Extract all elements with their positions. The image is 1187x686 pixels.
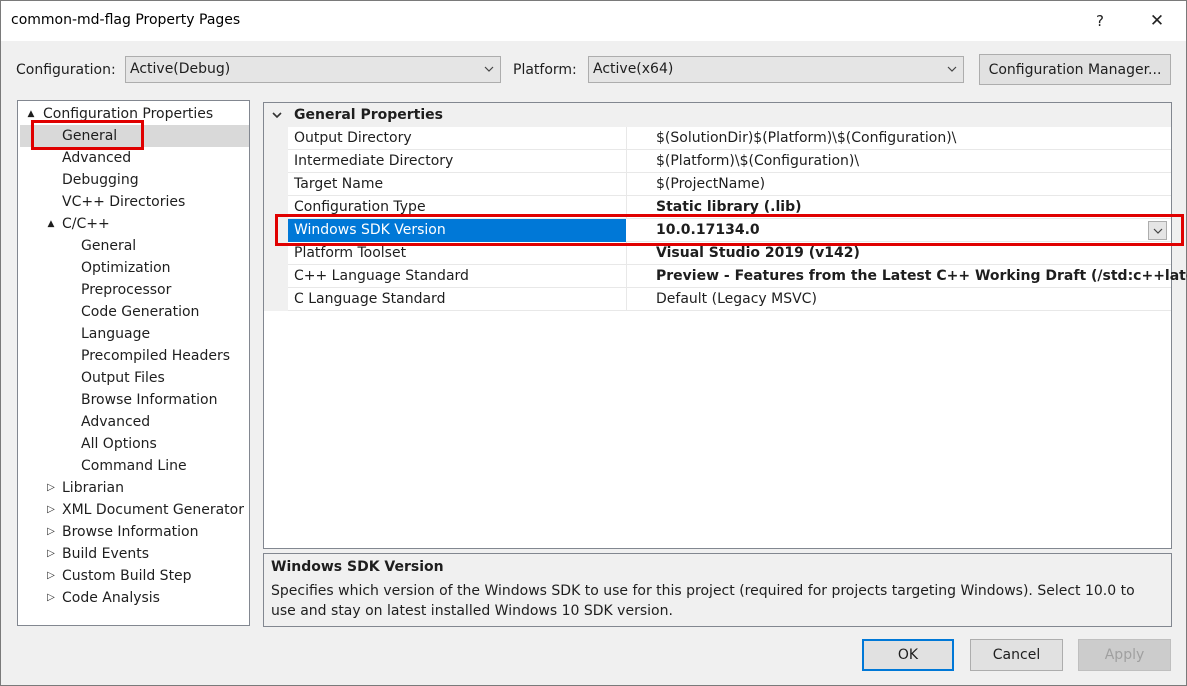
expand-icon[interactable]: ▷	[46, 499, 56, 521]
property-value[interactable]: Default (Legacy MSVC)	[656, 291, 817, 307]
section-header[interactable]: General Properties	[264, 103, 1171, 127]
column-divider	[626, 150, 627, 173]
expand-icon[interactable]: ▷	[46, 521, 56, 543]
tree-node-debugging[interactable]: Debugging	[62, 169, 139, 191]
help-icon: ?	[1096, 12, 1104, 30]
tree-node-build-events[interactable]: ▷ Build Events	[44, 543, 149, 565]
tree-node-preprocessor[interactable]: Preprocessor	[81, 279, 171, 301]
section-collapse-icon[interactable]	[271, 109, 283, 121]
property-pages-dialog: common-md-flag Property Pages ? ✕ Config…	[0, 0, 1187, 686]
tree-node-browse-information[interactable]: ▷ Browse Information	[44, 521, 198, 543]
property-name: Configuration Type	[294, 199, 426, 215]
expand-icon[interactable]: ▷	[46, 565, 56, 587]
tree-highlight-box	[31, 120, 144, 150]
column-divider	[626, 127, 627, 150]
tree-node-advanced[interactable]: Advanced	[62, 147, 131, 169]
tree-node-code-generation[interactable]: Code Generation	[81, 301, 199, 323]
tree-node-vc-directories[interactable]: VC++ Directories	[62, 191, 185, 213]
property-row-c-language-standard[interactable]: C Language Standard Default (Legacy MSVC…	[288, 288, 1171, 311]
tree-node-command-line[interactable]: Command Line	[81, 455, 187, 477]
collapse-icon[interactable]: ▲	[46, 213, 56, 235]
property-value[interactable]: $(ProjectName)	[656, 176, 765, 192]
property-tree: ▲ Configuration Properties General Advan…	[17, 100, 250, 626]
expand-icon[interactable]: ▷	[46, 587, 56, 609]
chevron-down-icon	[947, 66, 957, 72]
tree-node-optimization[interactable]: Optimization	[81, 257, 171, 279]
property-row-cpp-language-standard[interactable]: C++ Language Standard Preview - Features…	[288, 265, 1187, 288]
property-value[interactable]: $(Platform)\$(Configuration)\	[656, 153, 859, 169]
configuration-value: Active(Debug)	[130, 61, 231, 77]
section-title: General Properties	[294, 107, 443, 123]
description-pane: Windows SDK Version Specifies which vers…	[263, 553, 1172, 627]
tree-node-cpp-browse-information[interactable]: Browse Information	[81, 389, 217, 411]
tree-node-c-cpp[interactable]: ▲ C/C++	[44, 213, 110, 235]
expand-icon[interactable]: ▷	[46, 543, 56, 565]
property-name: Platform Toolset	[294, 245, 407, 261]
tree-node-custom-build-step[interactable]: ▷ Custom Build Step	[44, 565, 191, 587]
help-button[interactable]: ?	[1077, 1, 1123, 41]
property-row-output-directory[interactable]: Output Directory $(SolutionDir)$(Platfor…	[288, 127, 1171, 150]
property-row-target-name[interactable]: Target Name $(ProjectName)	[288, 173, 1171, 196]
property-value[interactable]: Visual Studio 2019 (v142)	[656, 245, 860, 261]
chevron-down-icon	[484, 66, 494, 72]
property-name: C Language Standard	[294, 291, 446, 307]
expand-icon[interactable]: ▷	[46, 477, 56, 499]
property-name: Target Name	[294, 176, 384, 192]
title-bar: common-md-flag Property Pages ? ✕	[1, 1, 1186, 41]
property-row-intermediate-directory[interactable]: Intermediate Directory $(Platform)\$(Con…	[288, 150, 1171, 173]
tree-node-output-files[interactable]: Output Files	[81, 367, 165, 389]
tree-node-language[interactable]: Language	[81, 323, 150, 345]
close-button[interactable]: ✕	[1134, 1, 1180, 41]
tree-node-code-analysis[interactable]: ▷ Code Analysis	[44, 587, 160, 609]
configuration-label: Configuration:	[16, 62, 116, 78]
property-name: Output Directory	[294, 130, 412, 146]
window-title: common-md-flag Property Pages	[11, 12, 241, 28]
description-text: Specifies which version of the Windows S…	[271, 583, 1135, 619]
configuration-manager-button[interactable]: Configuration Manager...	[979, 54, 1171, 85]
tree-node-cpp-general[interactable]: General	[81, 235, 136, 257]
description-title: Windows SDK Version	[271, 559, 444, 575]
platform-dropdown[interactable]: Active(x64)	[588, 56, 964, 83]
tree-node-librarian[interactable]: ▷ Librarian	[44, 477, 124, 499]
property-grid: General Properties Output Directory $(So…	[263, 102, 1187, 549]
column-divider	[626, 173, 627, 196]
configuration-dropdown[interactable]: Active(Debug)	[125, 56, 501, 83]
property-value[interactable]: Preview - Features from the Latest C++ W…	[656, 268, 1187, 284]
apply-button[interactable]: Apply	[1078, 639, 1171, 671]
tree-node-precompiled-headers[interactable]: Precompiled Headers	[81, 345, 230, 367]
grid-highlight-box	[275, 214, 1184, 246]
property-value[interactable]: $(SolutionDir)$(Platform)\$(Configuratio…	[656, 130, 956, 146]
property-name: Intermediate Directory	[294, 153, 454, 169]
tree-node-all-options[interactable]: All Options	[81, 433, 157, 455]
property-name: C++ Language Standard	[294, 268, 469, 284]
column-divider	[626, 288, 627, 311]
platform-value: Active(x64)	[593, 61, 674, 77]
close-icon: ✕	[1149, 11, 1165, 31]
tree-node-xml-document-generator[interactable]: ▷ XML Document Generator	[44, 499, 244, 521]
platform-label: Platform:	[513, 62, 577, 78]
column-divider	[626, 265, 627, 288]
ok-button[interactable]: OK	[862, 639, 954, 671]
property-value[interactable]: Static library (.lib)	[656, 199, 802, 215]
tree-node-cpp-advanced[interactable]: Advanced	[81, 411, 150, 433]
cancel-button[interactable]: Cancel	[970, 639, 1063, 671]
